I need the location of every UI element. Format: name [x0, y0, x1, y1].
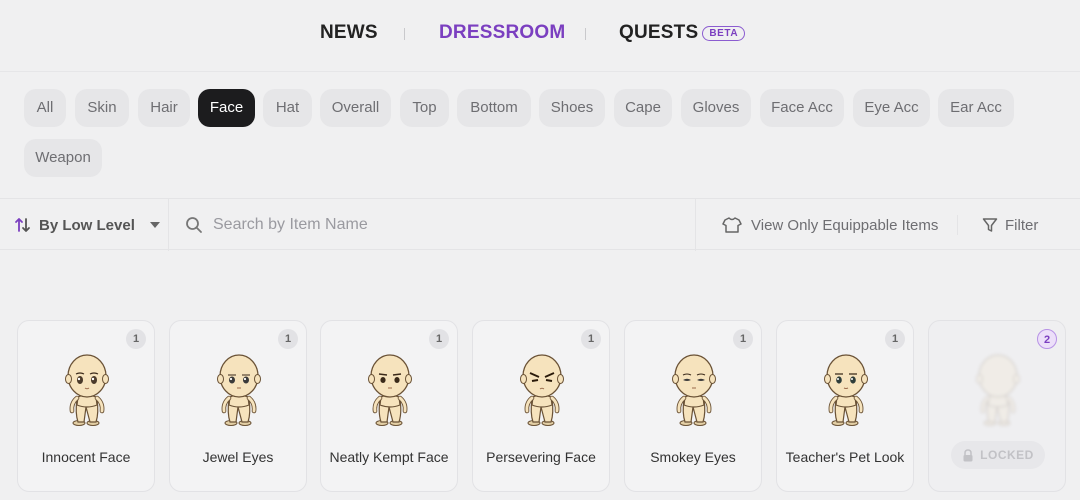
level-badge: 1	[278, 329, 298, 349]
item-name: Persevering Face	[486, 449, 596, 465]
equippable-toggle[interactable]: View Only Equippable Items	[722, 199, 938, 251]
category-chip-skin[interactable]: Skin	[75, 89, 129, 127]
level-badge: 1	[429, 329, 449, 349]
item-card[interactable]: 1 Persevering Face	[472, 320, 610, 492]
item-name: Teacher's Pet Look	[785, 449, 905, 465]
category-chip-hair[interactable]: Hair	[138, 89, 190, 127]
category-chip-bottom[interactable]: Bottom	[457, 89, 531, 127]
item-card[interactable]: 1 Innocent Face	[17, 320, 155, 492]
sort-arrows-icon	[15, 218, 30, 232]
caret-down-icon	[149, 222, 160, 228]
character-preview-icon	[365, 351, 415, 427]
search-icon	[186, 217, 202, 233]
item-card[interactable]: 1 Neatly Kempt Face	[320, 320, 458, 492]
locked-badge: LOCKED	[951, 441, 1045, 469]
item-name: Innocent Face	[41, 449, 131, 465]
lock-icon	[963, 448, 973, 461]
nav-divider	[585, 28, 586, 40]
shirt-icon	[722, 217, 742, 233]
item-card[interactable]: 1 Jewel Eyes	[169, 320, 307, 492]
item-name: Jewel Eyes	[202, 449, 274, 465]
category-chip-cape[interactable]: Cape	[614, 89, 672, 127]
item-name: Smokey Eyes	[650, 449, 736, 465]
character-preview-icon	[62, 351, 112, 427]
category-chip-overall[interactable]: Overall	[320, 89, 391, 127]
level-badge: 1	[733, 329, 753, 349]
sort-dropdown[interactable]: By Low Level	[14, 199, 162, 251]
character-preview-icon	[214, 351, 264, 427]
nav-tab-news[interactable]: NEWS	[320, 22, 378, 44]
level-badge: 1	[126, 329, 146, 349]
nav-tab-quests[interactable]: QUESTS BETA	[619, 22, 746, 44]
item-name: Neatly Kempt Face	[329, 449, 449, 465]
nav-divider	[404, 28, 405, 40]
category-chip-face[interactable]: Face	[198, 89, 255, 127]
filter-divider	[168, 199, 169, 251]
filter-label: Filter	[1005, 216, 1039, 234]
category-chip-shoes[interactable]: Shoes	[539, 89, 605, 127]
character-preview-icon	[517, 351, 567, 427]
item-card[interactable]: 1 Teacher's Pet Look	[776, 320, 914, 492]
locked-label: LOCKED	[980, 448, 1034, 462]
level-badge: 2	[1037, 329, 1057, 349]
category-chip-all[interactable]: All	[24, 89, 66, 127]
nav-tab-quests-label: QUESTS	[619, 22, 699, 43]
filter-button[interactable]: Filter	[982, 199, 1038, 251]
category-chip-hat[interactable]: Hat	[263, 89, 312, 127]
filter-bar: By Low Level View Only Equippable Items …	[0, 198, 1080, 251]
beta-badge: BETA	[702, 26, 746, 41]
category-chip-weapon[interactable]: Weapon	[24, 139, 102, 177]
filter-divider	[695, 199, 696, 251]
equippable-label: View Only Equippable Items	[751, 216, 939, 234]
sort-label: By Low Level	[39, 216, 135, 234]
character-preview-icon	[669, 351, 719, 427]
category-chip-ear-acc[interactable]: Ear Acc	[938, 89, 1014, 127]
level-badge: 1	[885, 329, 905, 349]
search-box	[185, 199, 685, 251]
top-nav: NEWS DRESSROOM QUESTS BETA	[0, 0, 1080, 72]
category-chip-face-acc[interactable]: Face Acc	[760, 89, 844, 127]
category-chip-top[interactable]: Top	[400, 89, 449, 127]
character-preview-icon	[821, 351, 871, 427]
item-card[interactable]: 1 Smokey Eyes	[624, 320, 762, 492]
category-chip-eye-acc[interactable]: Eye Acc	[853, 89, 930, 127]
nav-tab-dressroom[interactable]: DRESSROOM	[439, 22, 565, 44]
filter-divider	[957, 215, 958, 235]
category-chip-gloves[interactable]: Gloves	[681, 89, 751, 127]
funnel-icon	[982, 218, 998, 232]
search-input[interactable]	[213, 216, 653, 234]
level-badge: 1	[581, 329, 601, 349]
character-preview-icon	[973, 351, 1023, 427]
item-card-locked[interactable]: 2 LOCKED	[928, 320, 1066, 492]
